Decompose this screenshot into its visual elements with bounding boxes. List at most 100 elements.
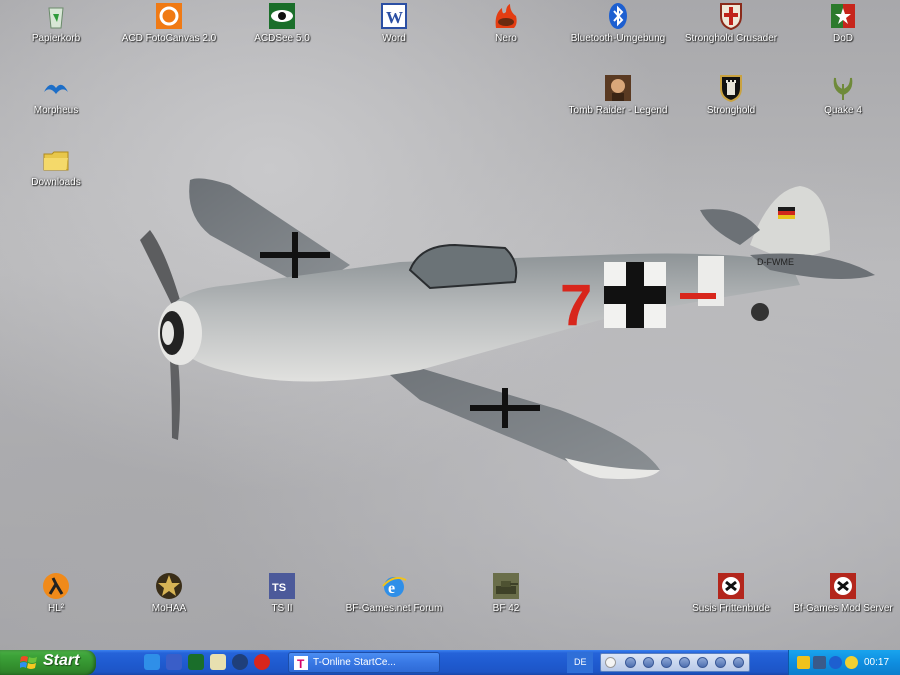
desktop-icon-stronghold[interactable]: Stronghold xyxy=(681,72,781,117)
desktop-icon-dod[interactable]: DoD xyxy=(793,0,893,45)
desktop-icon-bf-games-mod-server[interactable]: Bf-Games Mod Server xyxy=(793,570,893,615)
outlook-icon[interactable] xyxy=(210,654,226,670)
folder-icon xyxy=(42,146,70,174)
bluetooth-icon xyxy=(604,2,632,30)
desktop-icon-morpheus[interactable]: Morpheus xyxy=(6,72,106,117)
tail-fin xyxy=(750,186,830,262)
taskbar: Start T T-Online StartCe... DE 00:17 xyxy=(0,650,900,675)
desktop-icon-label: Papierkorb xyxy=(31,33,81,44)
messenger-icon[interactable] xyxy=(166,654,182,670)
svg-text:e: e xyxy=(388,580,395,597)
desktop-icon-quake4[interactable]: Quake 4 xyxy=(793,72,893,117)
desktop-icon-susis-frittenbude[interactable]: Susis Frittenbude xyxy=(681,570,781,615)
desktop-icon-bluetooth[interactable]: Bluetooth-Umgebung xyxy=(568,0,668,45)
warning-icon[interactable] xyxy=(797,656,810,669)
desktop-icon-label: Susis Frittenbude xyxy=(692,603,770,614)
word-icon: W xyxy=(380,2,408,30)
svg-text:T: T xyxy=(297,657,305,670)
skype-icon[interactable] xyxy=(254,654,270,670)
svg-text:TS: TS xyxy=(272,582,286,594)
tomb-raider-icon xyxy=(604,74,632,102)
media-forward-icon[interactable] xyxy=(697,657,708,668)
bf42-tank-icon xyxy=(492,572,520,600)
media-menu-icon[interactable] xyxy=(733,657,744,668)
desktop-icon-label: MoHAA xyxy=(151,603,187,614)
desktop-icon-word[interactable]: W Word xyxy=(344,0,444,45)
desktop-icon-label: Word xyxy=(382,33,406,44)
spinner xyxy=(158,301,202,365)
media-player-toolbar xyxy=(600,653,750,672)
acd-fotocanvas-icon xyxy=(155,2,183,30)
teamspeak-icon: TS xyxy=(268,572,296,600)
desktop-icon-bf-games-forum[interactable]: e BF-Games.net Forum xyxy=(344,570,444,615)
desktop-icon-acdsee[interactable]: ACDSee 5.0 xyxy=(232,0,332,45)
aircraft-number: 7 xyxy=(560,273,592,338)
desktop-icon-label: Stronghold Crusader xyxy=(684,33,778,44)
fuselage-balkenkreuz xyxy=(604,262,666,328)
stronghold-shield-icon xyxy=(717,74,745,103)
windows-logo-icon xyxy=(20,656,37,669)
desktop-icon-label: TS II xyxy=(271,603,293,614)
ie-quicklaunch-icon[interactable] xyxy=(144,654,160,670)
svg-text:W: W xyxy=(386,8,403,27)
desktop-icon-tomb-raider[interactable]: Tomb Raider - Legend xyxy=(568,72,668,117)
desktop-icon-label: BF 42 xyxy=(492,603,520,614)
desktop-icon-label: ACD FotoCanvas 2.0 xyxy=(121,33,217,44)
acdsee-quick-icon[interactable] xyxy=(188,654,204,670)
media-logo-icon xyxy=(605,657,616,668)
desktop-icon-label: Quake 4 xyxy=(824,105,862,116)
canopy xyxy=(408,243,518,290)
desktop-icon-label: Tomb Raider - Legend xyxy=(568,105,668,116)
language-label: DE xyxy=(574,657,587,667)
internet-explorer-icon: e xyxy=(380,572,408,600)
quake-icon xyxy=(829,74,857,102)
susis-frittenbude-icon xyxy=(717,572,745,600)
desktop-icon-label: DoD xyxy=(832,33,853,44)
taskbar-window-button[interactable]: T T-Online StartCe... xyxy=(288,652,440,673)
desktop-icon-label: Downloads xyxy=(31,177,81,188)
half-life-lambda-icon xyxy=(42,572,70,600)
start-label: Start xyxy=(43,652,80,669)
desktop-icon-acd-fotocanvas[interactable]: ACD FotoCanvas 2.0 xyxy=(119,0,219,45)
network-icon[interactable] xyxy=(813,656,826,669)
desktop-icon-label: Morpheus xyxy=(33,105,79,116)
taskbar-window-label: T-Online StartCe... xyxy=(313,657,396,668)
bf-games-mod-server-icon xyxy=(829,572,857,600)
tail-wheel xyxy=(751,303,769,321)
desktop-icon-mohaa[interactable]: MoHAA xyxy=(119,570,219,615)
desktop-icon-bf42[interactable]: BF 42 xyxy=(456,570,556,615)
desktop-icon-papierkorb[interactable]: Papierkorb xyxy=(6,0,106,45)
clock[interactable]: 00:17 xyxy=(864,657,889,668)
mohaa-medal-icon xyxy=(155,572,183,600)
media-stop-icon[interactable] xyxy=(661,657,672,668)
start-button[interactable]: Start xyxy=(0,650,96,675)
desktop-icon-label: Bluetooth-Umgebung xyxy=(570,33,666,44)
desktop-icon-label: Bf-Games Mod Server xyxy=(793,603,893,614)
language-indicator[interactable]: DE xyxy=(567,652,593,673)
desktop-icon-downloads[interactable]: Downloads xyxy=(6,144,106,189)
bluetooth-tray-icon[interactable] xyxy=(829,656,842,669)
media-prev-icon[interactable] xyxy=(625,657,636,668)
registration-marking: D-FWME xyxy=(757,257,794,267)
update-icon[interactable] xyxy=(845,656,858,669)
desktop-icon-label: ACDSee 5.0 xyxy=(254,33,310,44)
acdsee-eye-icon xyxy=(268,2,296,30)
recycle-bin-icon xyxy=(42,2,70,30)
desktop-icon-stronghold-crusader[interactable]: Stronghold Crusader xyxy=(681,0,781,45)
desktop-icon-hl2[interactable]: HL² xyxy=(6,570,106,615)
desktop-icon-label: BF-Games.net Forum xyxy=(345,603,443,614)
dod-icon xyxy=(829,2,857,30)
media-rewind-icon[interactable] xyxy=(679,657,690,668)
stronghold-crusader-shield-icon xyxy=(717,2,745,31)
morpheus-icon xyxy=(42,74,70,102)
desktop-icon-label: HL² xyxy=(47,603,65,614)
nero-flame-icon xyxy=(492,2,520,30)
desktop-icon-label: Stronghold xyxy=(706,105,756,116)
t-online-icon: T xyxy=(294,656,308,670)
desktop-icon-nero[interactable]: Nero xyxy=(456,0,556,45)
media-volume-icon[interactable] xyxy=(715,657,726,668)
desktop-icon-ts2[interactable]: TS TS II xyxy=(232,570,332,615)
media-pause-icon[interactable] xyxy=(643,657,654,668)
desktop-icon-label: Nero xyxy=(495,33,517,44)
media-player-icon[interactable] xyxy=(232,654,248,670)
